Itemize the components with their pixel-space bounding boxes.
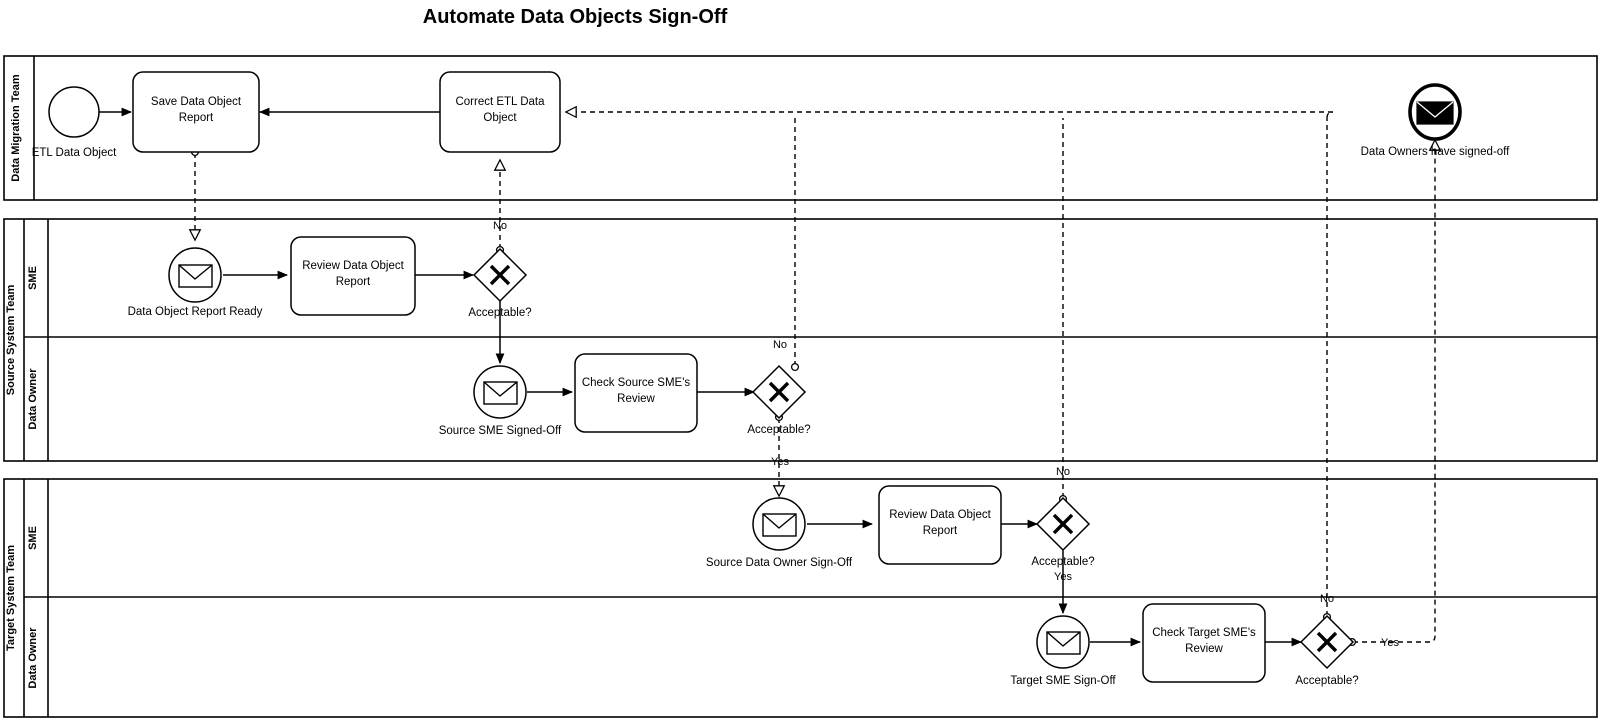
gw-acceptable-target-data-owner[interactable]: Acceptable? [1295, 614, 1359, 687]
intermediate-event-label: Target SME Sign-Off [1010, 675, 1116, 687]
task-check-target-smes-review[interactable]: Check Target SME's Review [1142, 603, 1266, 683]
edge-label-source-do-no: No [773, 339, 787, 351]
envelope-icon [762, 513, 797, 537]
pool-label-data-migration-team: Data Migration Team [10, 74, 22, 182]
event-source-data-owner-sign-off[interactable]: Source Data Owner Sign-Off [706, 497, 853, 569]
msgflow-origin-dot-source-do-no [790, 362, 800, 372]
lane-label-target-data-owner: Data Owner [27, 627, 39, 689]
edge-label-target-sme-yes: Yes [1054, 571, 1072, 583]
lane-label-source-data-owner: Data Owner [27, 368, 39, 430]
intermediate-event-label: Source Data Owner Sign-Off [706, 557, 853, 569]
msgflow-merge-corner [1326, 111, 1334, 119]
pool-label-target-system-team: Target System Team [5, 545, 17, 651]
end-data-owners-have-signed-off[interactable]: Data Owners have signed-off [1361, 83, 1511, 158]
gw-acceptable-target-sme[interactable]: Acceptable? [1031, 496, 1095, 568]
lane-label-target-sme: SME [27, 526, 39, 550]
task-label-line-2: Review [1185, 643, 1223, 655]
task-label-line-1: Save Data Object [151, 96, 242, 108]
task-label-line-1: Review Data Object [302, 260, 404, 272]
task-correct-etl-data-object[interactable]: Correct ETL Data Object [439, 71, 561, 153]
event-data-object-report-ready[interactable]: Data Object Report Ready [128, 247, 263, 318]
task-label-line-1: Correct ETL Data [455, 96, 545, 108]
event-source-sme-signed-off[interactable]: Source SME Signed-Off [439, 365, 562, 437]
task-label-line-2: Report [923, 525, 958, 537]
task-label-line-2: Object [483, 112, 517, 124]
task-check-source-smes-review[interactable]: Check Source SME's Review [574, 353, 698, 433]
envelope-filled-icon [1416, 101, 1454, 125]
task-review-data-object-report-target[interactable]: Review Data Object Report [878, 485, 1002, 565]
gw-acceptable-source-data-owner[interactable]: Acceptable? [747, 364, 811, 436]
gateway-label: Acceptable? [468, 307, 531, 319]
bpmn-diagram-canvas: Automate Data Objects Sign-Off Data Migr… [0, 0, 1601, 721]
intermediate-event-label: Data Object Report Ready [128, 306, 263, 318]
msgflow-target-do-yes-to-end [1353, 138, 1442, 643]
task-label-line-1: Check Target SME's [1152, 627, 1256, 639]
start-event-circle-icon [48, 86, 100, 138]
task-label-line-1: Review Data Object [889, 509, 991, 521]
edge-label-target-do-yes: Yes [1381, 637, 1399, 649]
gateway-label: Acceptable? [1031, 556, 1094, 568]
edge-label-target-do-no: No [1320, 593, 1334, 605]
intermediate-event-label: Source SME Signed-Off [439, 425, 562, 437]
event-target-sme-sign-off[interactable]: Target SME Sign-Off [1010, 615, 1116, 687]
lane-label-source-sme: SME [27, 266, 39, 290]
start-etl-data-object[interactable]: ETL Data Object [32, 86, 117, 159]
gw-acceptable-source-sme[interactable]: Acceptable? [468, 247, 532, 319]
end-event-label: Data Owners have signed-off [1361, 146, 1511, 158]
envelope-icon [1046, 631, 1081, 655]
edge-label-target-sme-no: No [1056, 466, 1070, 478]
task-label-line-2: Report [179, 112, 214, 124]
gateway-label: Acceptable? [747, 424, 810, 436]
task-label-line-2: Report [336, 276, 371, 288]
bpmn-svg-root: Data Migration Team Source System Team S… [3, 55, 1598, 718]
task-save-data-object-report[interactable]: Save Data Object Report [132, 71, 260, 153]
start-event-label: ETL Data Object [32, 147, 117, 159]
task-review-data-object-report-source[interactable]: Review Data Object Report [290, 236, 416, 316]
gateway-label: Acceptable? [1295, 675, 1358, 687]
edge-label-source-sme-no: No [493, 220, 507, 232]
task-label-line-2: Review [617, 393, 655, 405]
envelope-icon [178, 264, 213, 288]
pool-label-source-system-team: Source System Team [5, 285, 17, 396]
envelope-icon [483, 381, 518, 405]
edge-label-source-do-yes: Yes [771, 456, 789, 468]
task-label-line-1: Check Source SME's [582, 377, 691, 389]
